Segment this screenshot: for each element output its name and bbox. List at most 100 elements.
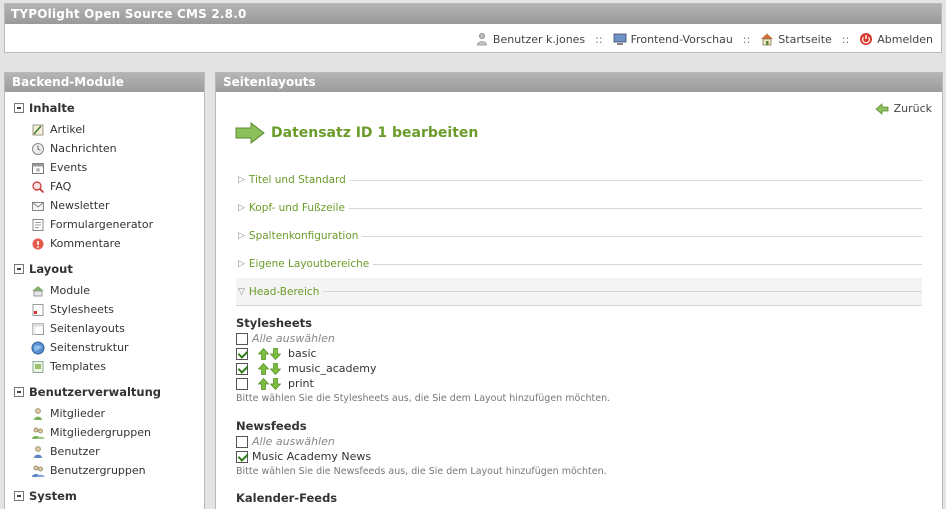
sidebar-item-seitenstruktur[interactable]: Seitenstruktur: [5, 338, 204, 357]
sidebar-item-benutzer[interactable]: Benutzer: [5, 442, 204, 461]
fieldset-list: ▷ Titel und Standard ▷ Kopf- und Fußzeil…: [236, 166, 922, 306]
panel-title: Backend-Module: [5, 73, 204, 92]
news-icon: [32, 142, 44, 155]
frontend-preview-label: Frontend-Vorschau: [630, 32, 733, 46]
sidebar-item-events[interactable]: Events: [5, 158, 204, 177]
sidebar-item-label: FAQ: [50, 180, 72, 193]
sidebar-item-mitglieder[interactable]: Mitglieder: [5, 404, 204, 423]
nav-group-label: Benutzerverwaltung: [29, 385, 161, 399]
move-down-icon[interactable]: [270, 377, 281, 390]
frontend-preview-link[interactable]: Frontend-Vorschau: [613, 32, 733, 46]
expand-triangle-icon: ▷: [238, 175, 245, 185]
app-title: TYPOlight Open Source CMS 2.8.0: [5, 4, 941, 24]
sidebar-item-label: Newsletter: [50, 199, 110, 212]
stylesheet-option-label: print: [288, 377, 314, 390]
sidebar-item-label: Formulargenerator: [50, 218, 154, 231]
collapse-icon[interactable]: [14, 103, 24, 113]
sidebar-item-label: Benutzer: [50, 445, 100, 458]
home-link[interactable]: Startseite: [760, 32, 832, 46]
collapse-icon[interactable]: [14, 491, 24, 501]
article-icon: [32, 124, 44, 135]
sidebar-item-label: Module: [50, 284, 90, 297]
calendar-feeds-section: Kalender-Feeds: [236, 491, 916, 506]
divider: [349, 179, 922, 181]
move-up-icon[interactable]: [258, 377, 269, 390]
move-down-icon[interactable]: [270, 347, 281, 360]
sidebar-item-newsletter[interactable]: Newsletter: [5, 196, 204, 215]
newsfeed-checkbox[interactable]: [236, 450, 248, 463]
separator: ::: [742, 32, 751, 46]
nav-group-benutzerverwaltung: Benutzerverwaltung Mitglieder Mitglieder…: [5, 385, 204, 480]
fieldset-title-standard[interactable]: ▷ Titel und Standard: [236, 166, 922, 194]
user-icon: [476, 33, 487, 46]
expand-triangle-icon: ▷: [238, 259, 245, 269]
nav-group-toggle[interactable]: Benutzerverwaltung: [5, 385, 204, 399]
select-all-checkbox[interactable]: [236, 332, 248, 345]
nav-group-layout: Layout Module Stylesheets Seitenlayouts …: [5, 262, 204, 376]
logout-link[interactable]: Abmelden: [859, 32, 933, 46]
sidebar-item-kommentare[interactable]: Kommentare: [5, 234, 204, 253]
select-all-label: Alle auswählen: [252, 435, 335, 448]
form-icon: [32, 218, 44, 231]
divider: [348, 207, 922, 209]
sidebar-item-templates[interactable]: Templates: [5, 357, 204, 376]
fieldset-head-section[interactable]: ▽ Head-Bereich: [236, 278, 922, 306]
sidebar-item-formulargenerator[interactable]: Formulargenerator: [5, 215, 204, 234]
nav-group-label: Layout: [29, 262, 73, 276]
nav-group-label: Inhalte: [29, 101, 75, 115]
nav-group-toggle[interactable]: Inhalte: [5, 101, 204, 115]
collapse-icon[interactable]: [14, 387, 24, 397]
fieldset-header-footer[interactable]: ▷ Kopf- und Fußzeile: [236, 194, 922, 222]
backend-modules-panel: Backend-Module Inhalte Artikel Nachricht…: [4, 72, 205, 509]
top-navigation: Benutzer k.jones :: Frontend-Vorschau ::…: [475, 31, 933, 47]
move-up-icon[interactable]: [258, 362, 269, 375]
user-icon: [34, 445, 42, 458]
newsfeeds-section: Newsfeeds Alle auswählen Music Academy N…: [236, 419, 916, 477]
fieldset-label: Spaltenkonfiguration: [248, 230, 359, 242]
sidebar-item-faq[interactable]: FAQ: [5, 177, 204, 196]
sidebar-item-stylesheets[interactable]: Stylesheets: [5, 300, 204, 319]
sidebar-item-module[interactable]: Module: [5, 281, 204, 300]
sidebar-item-label: Seitenlayouts: [50, 322, 125, 335]
divider: [373, 263, 922, 265]
move-up-icon[interactable]: [258, 347, 269, 360]
user-groups-icon: [32, 465, 45, 477]
user-link-label: Benutzer k.jones: [492, 32, 586, 46]
sidebar-item-label: Mitglieder: [50, 407, 105, 420]
back-button-label: Zurück: [893, 102, 932, 115]
sidebar-item-label: Benutzergruppen: [50, 464, 146, 477]
globe-icon: [31, 341, 45, 354]
main-panel-title: Seitenlayouts: [216, 73, 942, 92]
logout-link-label: Abmelden: [877, 32, 933, 46]
fieldset-label: Head-Bereich: [248, 285, 320, 298]
back-button[interactable]: Zurück: [874, 102, 932, 115]
fieldset-columns[interactable]: ▷ Spaltenkonfiguration: [236, 222, 922, 250]
nav-group-toggle[interactable]: System: [5, 489, 204, 503]
sidebar-item-mitgliedergruppen[interactable]: Mitgliedergruppen: [5, 423, 204, 442]
user-link[interactable]: Benutzer k.jones: [475, 32, 585, 46]
member-groups-icon: [32, 427, 45, 439]
events-icon: [32, 162, 44, 174]
sidebar-item-label: Seitenstruktur: [50, 341, 129, 354]
move-down-icon[interactable]: [270, 362, 281, 375]
sidebar-item-nachrichten[interactable]: Nachrichten: [5, 139, 204, 158]
stylesheet-option-label: basic: [288, 347, 317, 360]
stylesheet-checkbox[interactable]: [236, 362, 248, 375]
nav-group-toggle[interactable]: Layout: [5, 262, 204, 276]
select-all-row: Alle auswählen: [236, 331, 916, 346]
collapse-icon[interactable]: [14, 264, 24, 274]
stylesheet-checkbox[interactable]: [236, 377, 248, 390]
sidebar-item-benutzergruppen[interactable]: Benutzergruppen: [5, 461, 204, 480]
select-all-checkbox[interactable]: [236, 435, 248, 448]
stylesheet-option-row: music_academy: [236, 361, 916, 376]
sidebar-item-seitenlayouts[interactable]: Seitenlayouts: [5, 319, 204, 338]
home-link-label: Startseite: [778, 32, 832, 46]
stylesheets-label: Stylesheets: [236, 316, 312, 330]
stylesheets-section: Stylesheets Alle auswählen basic music_a…: [236, 316, 916, 404]
stylesheet-checkbox[interactable]: [236, 347, 248, 360]
collapse-triangle-icon: ▽: [238, 286, 245, 297]
sidebar-item-artikel[interactable]: Artikel: [5, 120, 204, 139]
stylesheets-hint: Bitte wählen Sie die Stylesheets aus, di…: [236, 393, 611, 404]
fieldset-custom-sections[interactable]: ▷ Eigene Layoutbereiche: [236, 250, 922, 278]
newsfeed-option-label: Music Academy News: [252, 450, 372, 463]
